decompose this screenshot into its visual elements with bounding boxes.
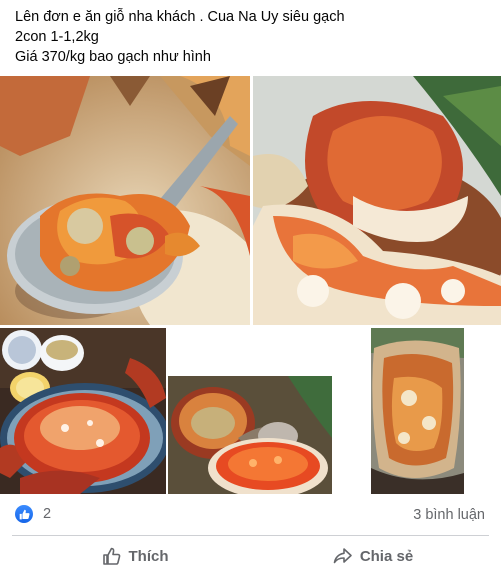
post-photo-3[interactable] xyxy=(0,328,166,494)
like-button-label: Thích xyxy=(128,547,169,565)
like-badge-icon xyxy=(15,505,33,523)
share-button-label: Chia sẻ xyxy=(359,547,414,565)
caption-line-1: Lên đơn e ăn giỗ nha khách . Cua Na Uy s… xyxy=(15,9,345,25)
reaction-count[interactable]: 2 xyxy=(43,506,51,522)
like-button[interactable]: Thích xyxy=(90,542,180,570)
post-caption: Lên đơn e ăn giỗ nha khách . Cua Na Uy s… xyxy=(15,7,491,67)
share-arrow-icon xyxy=(333,548,352,564)
reaction-summary[interactable]: 2 xyxy=(15,505,51,523)
post-photo-2[interactable] xyxy=(253,76,501,325)
post-photo-4[interactable] xyxy=(168,328,332,494)
post-photo-1[interactable] xyxy=(0,76,250,325)
comments-count-link[interactable]: 3 bình luận xyxy=(413,507,485,523)
actions-divider xyxy=(12,535,489,536)
post-photo-5[interactable] xyxy=(334,328,501,494)
caption-line-3: Giá 370/kg bao gạch như hình xyxy=(15,49,211,65)
share-button[interactable]: Chia sẻ xyxy=(318,542,428,570)
thumbs-up-icon xyxy=(102,547,120,565)
caption-line-2: 2con 1-1,2kg xyxy=(15,29,99,45)
